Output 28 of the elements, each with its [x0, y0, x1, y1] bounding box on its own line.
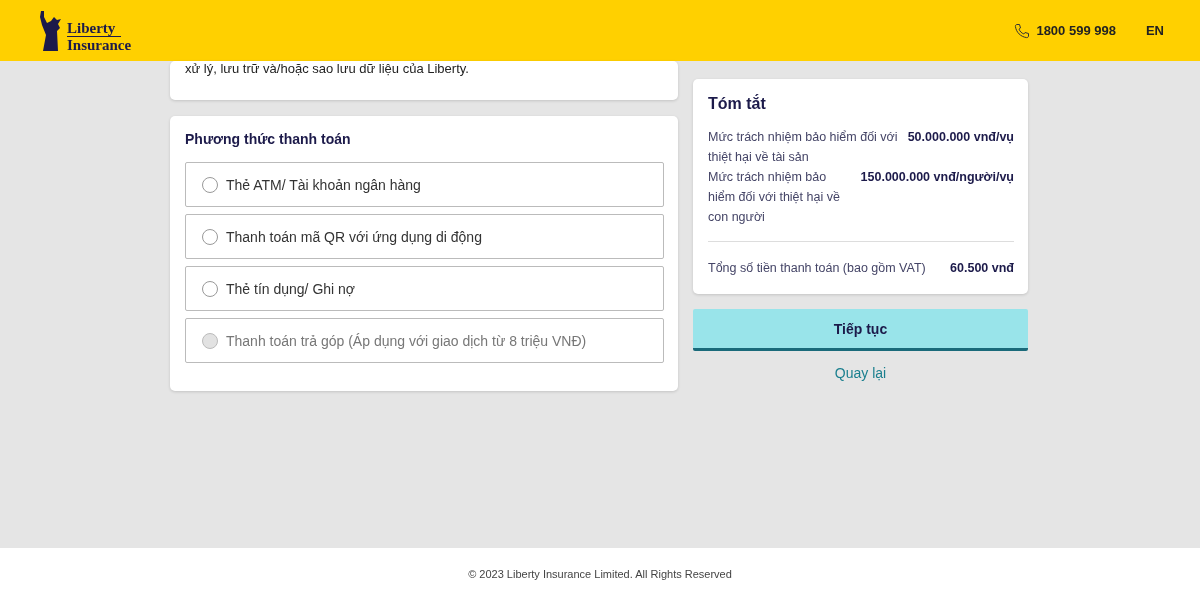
option-label: Thẻ ATM/ Tài khoản ngân hàng [226, 176, 421, 193]
payment-option[interactable]: Thẻ ATM/ Tài khoản ngân hàng [185, 162, 664, 207]
consent-text: xử lý, lưu trữ và/hoặc sao lưu dữ liệu của Liberty. [185, 61, 470, 76]
logo-wordmark: Insurance [67, 36, 132, 53]
section-title: Phương thức thanh toán [185, 131, 352, 147]
continue-button[interactable]: Tiếp tục [693, 309, 1028, 351]
total-label: Tổng số tiền thanh toán (bao gồm VAT) [708, 260, 926, 277]
radio-button[interactable] [202, 228, 218, 245]
option-label: Thẻ tín dụng/ Ghi nợ [226, 280, 356, 297]
payment-option[interactable]: Thanh toán mã QR với ứng dụng di động [185, 214, 664, 259]
phone-icon [1014, 22, 1031, 39]
summary-label: Mức trách nhiệm bảo hiểm đối với thiệt hại về tài sản [708, 129, 898, 166]
summary-value: 50.000.000 vnđ/vụ [907, 129, 1014, 146]
radio-button[interactable] [202, 280, 218, 297]
language-link[interactable]: EN [1145, 23, 1164, 38]
logo-wordmark: Liberty [67, 19, 121, 37]
option-label: Thanh toán trả góp (Áp dụng với giao dịch từ 8 triệu VNĐ) [226, 332, 587, 349]
summary-value: 150.000.000 vnđ/người/vụ [860, 169, 1014, 186]
statue-logo-icon [37, 8, 63, 53]
total-value: 60.500 vnđ [950, 260, 1014, 277]
copyright-text: © 2023 Liberty Insurance Limited. All Rights Reserved [468, 568, 732, 580]
back-link[interactable]: Quay lại [834, 365, 887, 381]
radio-button[interactable] [202, 176, 218, 193]
payment-option[interactable]: Thẻ tín dụng/ Ghi nợ [185, 266, 664, 311]
summary-label: Mức trách nhiệm bảo hiểm đối với thiệt hại về con người [708, 169, 841, 226]
summary-title: Tóm tắt [708, 95, 767, 113]
phone-link[interactable]: 1800 599 998 [1036, 23, 1116, 38]
option-label: Thanh toán mã QR với ứng dụng di động [226, 228, 482, 245]
